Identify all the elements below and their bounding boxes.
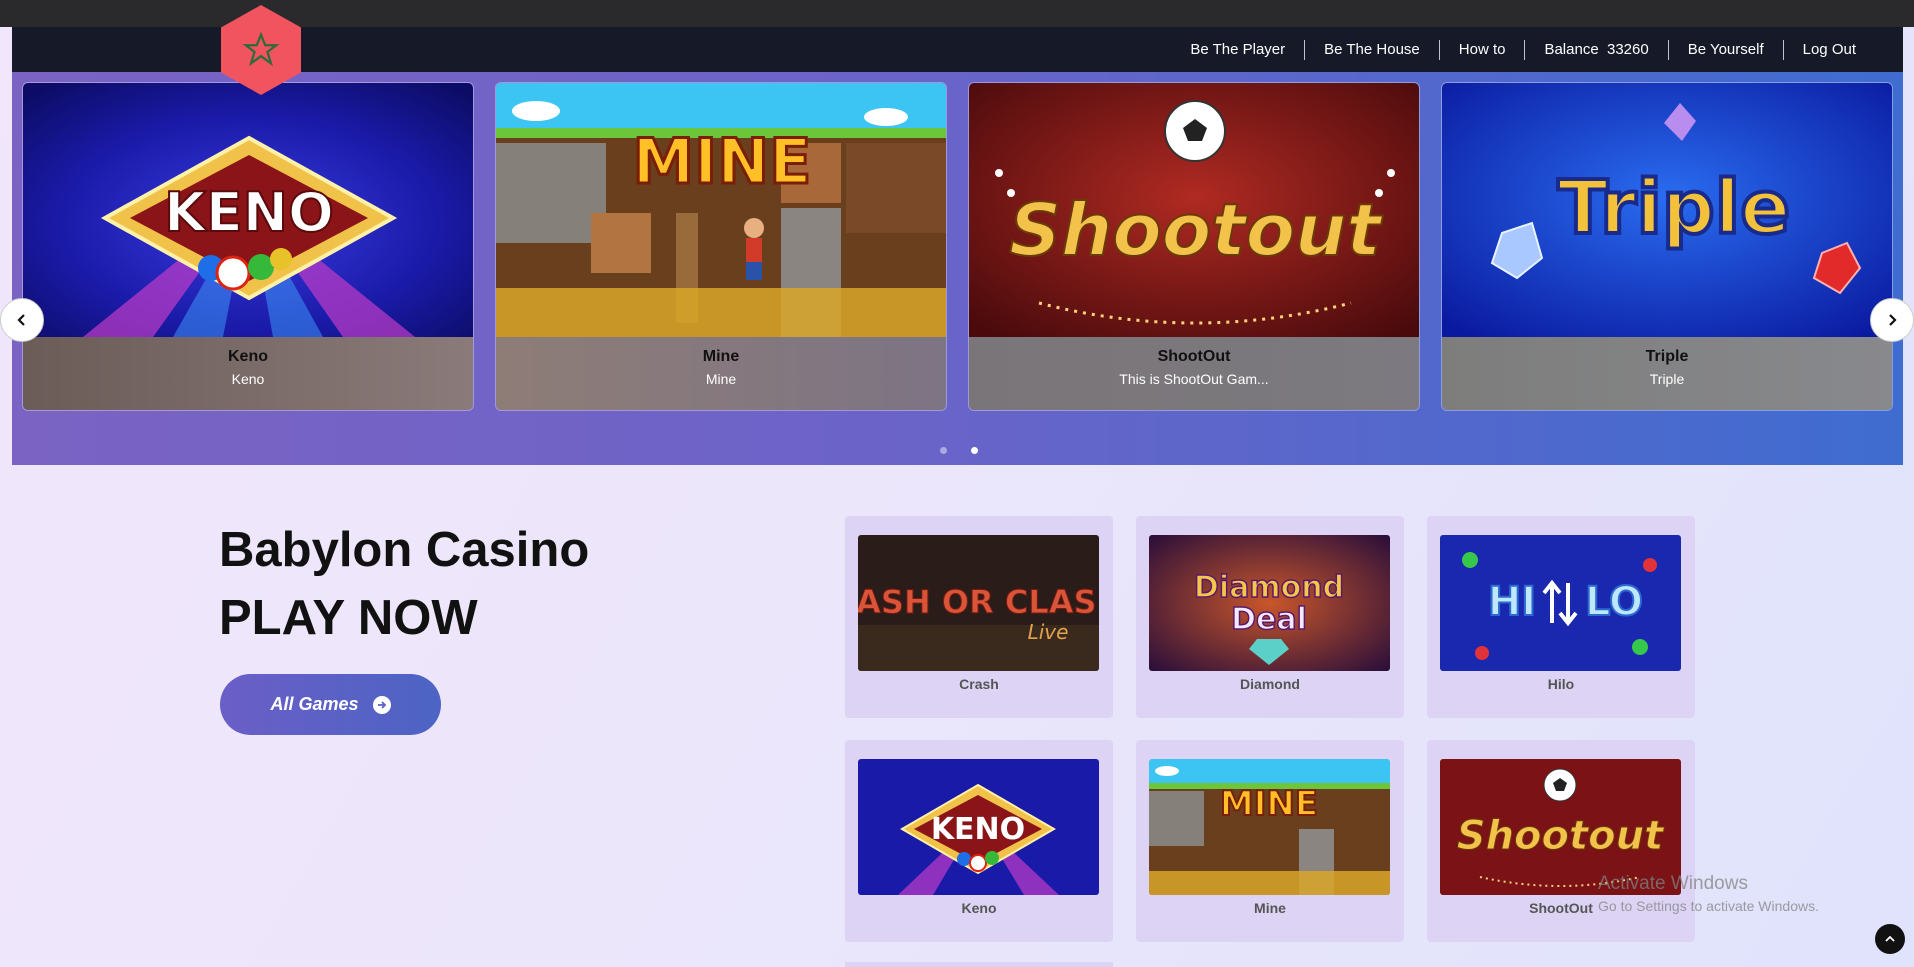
- carousel-desc-triple: Triple: [1649, 371, 1685, 387]
- game-tile-hilo[interactable]: HI LO Hilo: [1427, 516, 1695, 718]
- carousel-dots: [940, 447, 978, 454]
- carousel-caption-triple: Triple Triple: [1442, 337, 1892, 410]
- carousel-desc-mine: Mine: [705, 371, 737, 387]
- carousel-desc-keno: Keno: [231, 371, 265, 387]
- game-carousel: KENO Keno Keno MINE Mine Mine Shootout S…: [0, 72, 1914, 465]
- carousel-caption-shootout: ShootOut This is ShootOut Gam...: [969, 337, 1419, 410]
- carousel-caption-keno: Keno Keno: [23, 337, 473, 410]
- keno-thumbnail: KENO: [23, 83, 473, 337]
- game-tile-crash[interactable]: CASH OR CLASH Live Crash: [845, 516, 1113, 718]
- carousel-next-button[interactable]: [1870, 298, 1914, 342]
- hero-title-line1: Babylon Casino: [219, 523, 590, 577]
- carousel-caption-mine: Mine Mine: [496, 337, 946, 410]
- shootout-art-text: Shootout: [1009, 188, 1383, 272]
- star-icon: [242, 31, 280, 67]
- watermark-line2: Go to Settings to activate Windows.: [1598, 898, 1819, 914]
- carousel-prev-button[interactable]: [0, 298, 44, 342]
- keno-tile-thumbnail: KENO: [858, 759, 1099, 895]
- nav-item-balance[interactable]: Balance 33260: [1524, 39, 1667, 60]
- carousel-title-mine: Mine: [702, 348, 740, 365]
- all-games-button[interactable]: All Games: [220, 674, 441, 735]
- carousel-card-triple[interactable]: Triple Triple Triple: [1441, 82, 1893, 411]
- triple-thumbnail: Triple: [1442, 83, 1892, 337]
- mine-thumbnail: MINE: [496, 83, 946, 337]
- nav-item-be-yourself[interactable]: Be Yourself: [1667, 39, 1783, 60]
- chevron-up-icon: [1885, 935, 1895, 942]
- game-label-mine: Mine: [1254, 900, 1286, 916]
- game-tile-diamond[interactable]: Diamond Deal Diamond: [1136, 516, 1404, 718]
- carousel-desc-shootout: This is ShootOut Gam...: [1119, 371, 1269, 387]
- diamond-art-sub: Deal: [1231, 602, 1307, 637]
- carousel-card-keno[interactable]: KENO Keno Keno: [22, 82, 474, 411]
- nav-item-how-to[interactable]: How to: [1438, 39, 1525, 60]
- shootout-tile-art-text: Shootout: [1457, 813, 1665, 859]
- chevron-right-icon: [1889, 314, 1897, 326]
- carousel-title-keno: Keno: [228, 348, 268, 365]
- game-label-diamond: Diamond: [1240, 676, 1300, 692]
- game-label-crash: Crash: [959, 676, 999, 692]
- scroll-to-top-button[interactable]: [1875, 924, 1905, 954]
- hilo-thumbnail: HI LO: [1440, 535, 1681, 671]
- crash-art-text: CASH OR CLASH: [858, 583, 1099, 621]
- arrow-right-circle-icon: [372, 695, 391, 714]
- carousel-card-shootout[interactable]: Shootout ShootOut This is ShootOut Gam..…: [968, 82, 1420, 411]
- triple-art-text: Triple: [1558, 165, 1791, 251]
- game-tile-partial: [845, 962, 1113, 967]
- game-tile-mine[interactable]: MINE Mine: [1136, 740, 1404, 942]
- windows-activation-watermark: Activate Windows Go to Settings to activ…: [1598, 873, 1819, 914]
- crash-thumbnail: CASH OR CLASH Live: [858, 535, 1099, 671]
- carousel-title-shootout: ShootOut: [1157, 348, 1231, 365]
- hero-title-line2: PLAY NOW: [219, 591, 478, 645]
- nav-links: Be The Player Be The House How to Balanc…: [1171, 27, 1875, 72]
- carousel-dot-1[interactable]: [940, 447, 947, 454]
- mine-tile-art-text: MINE: [1220, 784, 1318, 824]
- nav-item-log-out[interactable]: Log Out: [1782, 39, 1875, 60]
- hero-heading: Babylon Casino PLAY NOW: [219, 516, 589, 652]
- carousel-title-triple: Triple: [1645, 348, 1689, 365]
- carousel-dot-2[interactable]: [971, 447, 978, 454]
- chevron-left-icon: [17, 314, 25, 326]
- watermark-line1: Activate Windows: [1598, 873, 1748, 894]
- nav-item-be-the-player[interactable]: Be The Player: [1171, 40, 1304, 60]
- game-label-hilo: Hilo: [1547, 676, 1575, 692]
- diamond-thumbnail: Diamond Deal: [1149, 535, 1390, 671]
- keno-tile-art-text: KENO: [931, 812, 1025, 847]
- keno-art-text: KENO: [164, 181, 334, 244]
- shootout-thumbnail: Shootout: [969, 83, 1419, 337]
- mine-art-text: MINE: [632, 125, 811, 198]
- carousel-card-mine[interactable]: MINE Mine Mine: [495, 82, 947, 411]
- mine-tile-thumbnail: MINE: [1149, 759, 1390, 895]
- hilo-art-text: HI: [1488, 579, 1536, 625]
- game-label-keno: Keno: [961, 900, 997, 916]
- nav-item-be-the-house[interactable]: Be The House: [1304, 39, 1439, 60]
- diamond-art-text: Diamond: [1194, 570, 1344, 605]
- game-tile-keno[interactable]: KENO Keno: [845, 740, 1113, 942]
- all-games-label: All Games: [270, 694, 359, 714]
- crash-art-sub: Live: [1028, 620, 1069, 644]
- hilo-art-sub: LO: [1585, 579, 1643, 625]
